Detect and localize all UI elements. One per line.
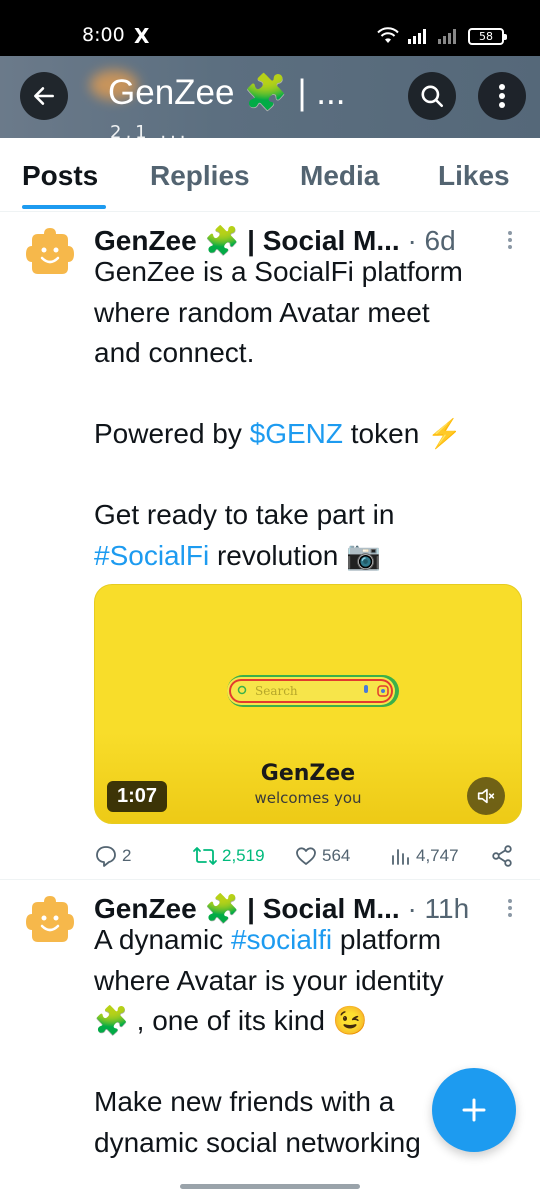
search-button[interactable] bbox=[408, 72, 456, 120]
signal-icon bbox=[408, 29, 426, 44]
volume-mute-icon bbox=[477, 788, 495, 804]
status-indicators: 58 bbox=[376, 27, 507, 45]
active-tab-indicator bbox=[22, 205, 106, 209]
views-icon bbox=[392, 849, 409, 865]
tab-likes[interactable]: Likes bbox=[438, 160, 510, 192]
more-options-button[interactable] bbox=[478, 72, 526, 120]
text-span: Powered by bbox=[94, 418, 250, 449]
post-text-line: where random Avatar meet bbox=[94, 296, 430, 328]
home-indicator[interactable] bbox=[180, 1184, 360, 1189]
plus-icon bbox=[462, 1098, 486, 1122]
post-text-line: and connect. bbox=[94, 337, 255, 368]
text-span: token ⚡ bbox=[343, 418, 462, 449]
profile-header: GenZee 🧩 | ... 2,1 ... bbox=[0, 56, 540, 138]
back-button[interactable] bbox=[20, 72, 68, 120]
lens-icon bbox=[376, 685, 389, 697]
post-text-line: Get ready to take part in bbox=[94, 499, 395, 530]
status-bar: 8:00 X 58 bbox=[0, 0, 540, 56]
post-more-icon[interactable] bbox=[504, 230, 516, 250]
search-icon bbox=[421, 85, 444, 108]
heart-icon bbox=[296, 847, 316, 865]
battery-icon: 58 bbox=[468, 27, 507, 45]
post-more-icon[interactable] bbox=[504, 898, 516, 918]
views-action[interactable]: 4,747 bbox=[388, 844, 459, 868]
text-span: platform bbox=[332, 924, 442, 955]
avatar[interactable] bbox=[22, 226, 78, 282]
mute-button[interactable] bbox=[467, 777, 505, 815]
post-text-line: where Avatar is your identity bbox=[94, 964, 444, 996]
text-span: revolution 📷 bbox=[209, 539, 381, 571]
wifi-icon bbox=[377, 27, 399, 43]
post-text: GenZee is a SocialFi platform where rand… bbox=[94, 252, 514, 576]
avatar[interactable] bbox=[22, 894, 78, 950]
reply-action[interactable]: 2 bbox=[94, 844, 131, 868]
tab-posts[interactable]: Posts bbox=[22, 160, 98, 192]
header-title: GenZee 🧩 | ... bbox=[108, 73, 346, 112]
post-text-line: 🧩 , one of its kind 😉 bbox=[94, 1005, 368, 1036]
mic-icon bbox=[363, 685, 368, 693]
post-text-line: GenZee is a SocialFi platform bbox=[94, 256, 463, 287]
signal-icon-2 bbox=[438, 29, 456, 44]
share-icon bbox=[492, 845, 512, 867]
post-actions: 2 2,519 564 4,747 bbox=[94, 844, 524, 874]
search-icon bbox=[237, 685, 247, 695]
post-text-line: A dynamic #socialfi platform bbox=[94, 920, 514, 961]
post-2[interactable]: GenZee 🧩 | Social M... · 11h A dynamic #… bbox=[0, 880, 540, 1200]
hashtag-link[interactable]: #socialfi bbox=[231, 924, 332, 955]
video-search-bar: Search bbox=[227, 677, 395, 705]
cashtag-link[interactable]: $GENZ bbox=[250, 418, 343, 449]
views-count: 4,747 bbox=[416, 846, 459, 865]
reply-count: 2 bbox=[122, 846, 132, 865]
x-logo-icon: X bbox=[134, 24, 150, 48]
post-1[interactable]: GenZee 🧩 | Social M... · 6d GenZee is a … bbox=[0, 212, 540, 879]
header-subtitle: 2,1 ... bbox=[110, 122, 190, 138]
like-count: 564 bbox=[322, 846, 351, 865]
reply-icon bbox=[96, 846, 116, 867]
tab-media[interactable]: Media bbox=[300, 160, 379, 192]
share-action[interactable] bbox=[490, 844, 514, 868]
video-media[interactable]: Search GenZee welcomes you 1:07 bbox=[94, 584, 522, 824]
post-text-line: Powered by $GENZ token ⚡ bbox=[94, 414, 514, 455]
status-time: 8:00 bbox=[82, 24, 125, 46]
repost-action[interactable]: 2,519 bbox=[192, 844, 265, 868]
tab-replies[interactable]: Replies bbox=[150, 160, 250, 192]
arrow-left-icon bbox=[34, 87, 54, 105]
compose-button[interactable] bbox=[432, 1068, 516, 1152]
repost-count: 2,519 bbox=[222, 846, 265, 865]
repost-icon bbox=[193, 847, 217, 865]
more-vertical-icon bbox=[499, 84, 505, 108]
video-search-placeholder: Search bbox=[255, 684, 298, 698]
hashtag-link[interactable]: #SocialFi bbox=[94, 540, 209, 571]
profile-tabs: Posts Replies Media Likes bbox=[0, 138, 540, 212]
video-duration: 1:07 bbox=[107, 781, 168, 812]
text-span: A dynamic bbox=[94, 924, 231, 955]
like-action[interactable]: 564 bbox=[294, 844, 350, 868]
post-text-line: #SocialFi revolution 📷 bbox=[94, 536, 514, 577]
